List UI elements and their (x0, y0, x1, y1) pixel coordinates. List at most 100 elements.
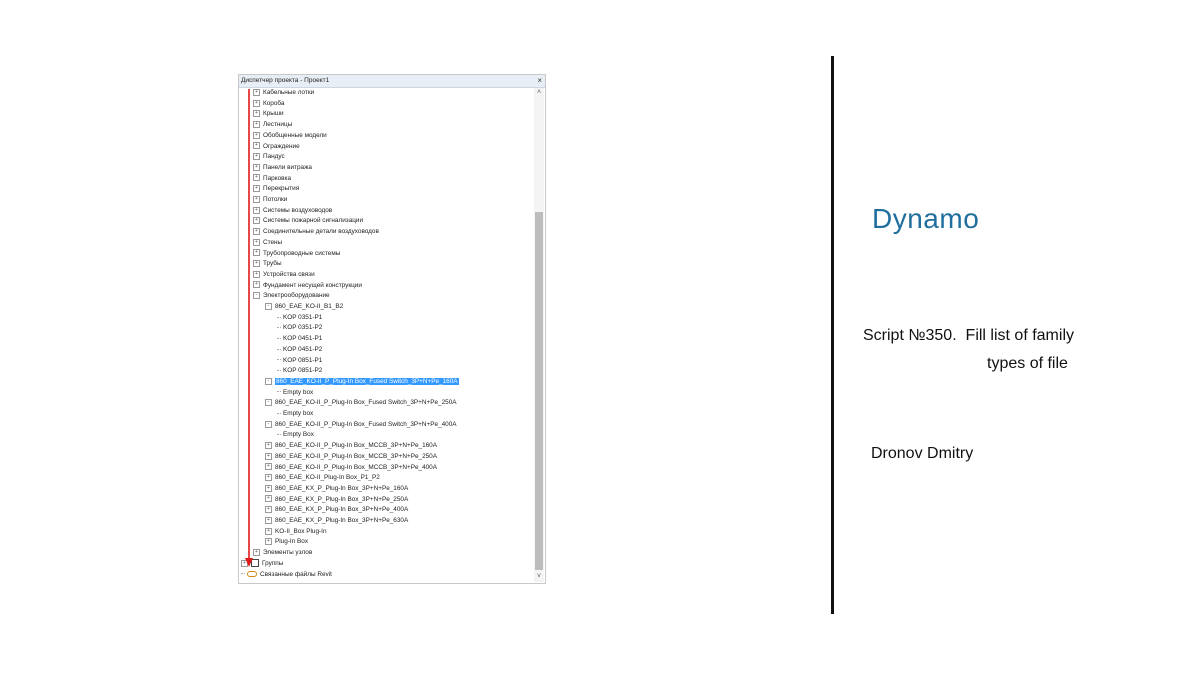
tree-row-label: Крыши (263, 110, 284, 118)
expand-icon[interactable]: + (253, 163, 260, 171)
link-icon (247, 570, 257, 577)
expand-icon[interactable]: + (253, 238, 260, 246)
tree-row[interactable]: +860_EAE_KO-II_P_Plug-In Box_MCCB_3P+N+P… (265, 452, 437, 463)
tree-row-label: 860_EAE_KO-II_P_Plug-In Box_Fused Switch… (275, 399, 457, 407)
tree-row[interactable]: + Крыши (253, 109, 284, 120)
expand-icon[interactable]: + (265, 527, 272, 535)
expand-icon[interactable]: + (265, 538, 272, 546)
tree-row[interactable]: + Парковка (253, 174, 291, 185)
expand-icon[interactable]: + (253, 249, 260, 257)
tree-row[interactable]: KOP 0451-P1 (277, 334, 322, 345)
tree-connector (277, 370, 281, 371)
collapse-icon[interactable]: - (265, 399, 272, 407)
tree-connector (277, 434, 281, 436)
expand-icon[interactable]: + (253, 217, 260, 225)
tree-row[interactable]: + Лестницы (253, 120, 292, 131)
close-icon[interactable]: × (537, 75, 542, 87)
expand-icon[interactable]: + (253, 206, 260, 214)
expand-icon[interactable]: + (253, 548, 260, 556)
tree-row[interactable]: + Короба (253, 99, 284, 110)
scroll-up-icon[interactable]: ˄ (534, 88, 544, 98)
tree-row[interactable]: -860_EAE_KO-II_P_Plug-In Box_Fused Switc… (265, 398, 457, 409)
tree-row[interactable]: + Кабельные лотки (253, 88, 314, 99)
tree-row[interactable]: + Устройства связи (253, 270, 315, 281)
tree-row[interactable]: +860_EAE_KX_P_Plug-In Box_3P+N+Pe_160A (265, 484, 408, 495)
tree-row[interactable]: - Электрооборудование (253, 291, 330, 302)
expand-icon[interactable]: + (265, 506, 272, 514)
expand-icon[interactable]: + (265, 452, 272, 460)
expand-icon[interactable]: + (265, 484, 272, 492)
collapse-icon[interactable]: - (265, 420, 272, 428)
tree-row[interactable]: +860_EAE_KO-II_Plug-In Box_P1_P2 (265, 473, 380, 484)
tree-row[interactable]: + Системы воздуховодов (253, 206, 332, 217)
expand-icon[interactable]: + (265, 516, 272, 524)
expand-icon[interactable]: + (253, 88, 260, 96)
tree-row[interactable]: KOP 0451-P2 (277, 345, 322, 356)
tree-row[interactable]: Связанные файлы Revit (241, 570, 332, 581)
expand-icon[interactable]: + (253, 120, 260, 128)
tree-row[interactable]: KOP 0851-P2 (277, 366, 322, 377)
expand-icon[interactable]: + (253, 227, 260, 235)
collapse-icon[interactable]: - (265, 302, 272, 310)
tree-row[interactable]: KOP 0851-P1 (277, 356, 322, 367)
expand-icon[interactable]: + (253, 110, 260, 118)
collapse-icon[interactable]: - (265, 377, 272, 385)
expand-icon[interactable]: + (253, 99, 260, 107)
tree-row[interactable]: +860_EAE_KX_P_Plug-In Box_3P+N+Pe_250A (265, 495, 408, 506)
tree-row[interactable]: + Перекрытия (253, 184, 299, 195)
tree-scrollbar[interactable]: ˄ ˅ (534, 88, 544, 582)
tree-row[interactable]: + Потолки (253, 195, 287, 206)
tree-row[interactable]: +860_EAE_KO-II_P_Plug-In Box_MCCB_3P+N+P… (265, 441, 437, 452)
expand-icon[interactable]: + (253, 174, 260, 182)
scrollbar-thumb[interactable] (535, 212, 543, 570)
expand-icon[interactable]: + (253, 142, 260, 150)
tree-row[interactable]: + Панели витража (253, 163, 312, 174)
expand-icon[interactable]: + (265, 474, 272, 481)
tree-row[interactable]: +860_EAE_KX_P_Plug-In Box_3P+N+Pe_630A (265, 516, 408, 527)
expand-icon[interactable]: + (253, 281, 260, 289)
tree-row[interactable]: Empty box (277, 409, 313, 420)
expand-icon[interactable]: + (253, 185, 260, 193)
tree-row[interactable]: + Фундамент несущей конструкции (253, 281, 362, 292)
expand-icon[interactable]: + (265, 463, 272, 471)
tree-row[interactable]: -860_EAE_KO-II_P_Plug-In Box_Fused Switc… (265, 377, 459, 388)
tree-row-label: KOP 0851-P2 (283, 367, 323, 375)
tree-row[interactable]: -860_EAE_KO-II_B1_B2 (265, 302, 343, 313)
tree-row[interactable]: KOP 0351-P2 (277, 323, 322, 334)
tree-row[interactable]: +860_EAE_KO-II_P_Plug-In Box_MCCB_3P+N+P… (265, 463, 437, 474)
tree-row[interactable]: + Соединительные детали воздуховодов (253, 227, 379, 238)
tree-row[interactable]: + Стены (253, 238, 282, 249)
expand-icon[interactable]: + (253, 260, 260, 267)
expand-icon[interactable]: + (265, 495, 272, 503)
tree-row[interactable]: + Пандус (253, 152, 285, 163)
tree-row[interactable]: + Системы пожарной сигнализации (253, 216, 363, 227)
tree-row-label: 860_EAE_KX_P_Plug-In Box_3P+N+Pe_160A (275, 484, 409, 492)
tree-row-label: Группы (262, 559, 284, 567)
tree-row[interactable]: + Трубы (253, 259, 282, 270)
tree-row-label: Empty Box (283, 431, 314, 439)
tree-row[interactable]: Empty box (277, 388, 313, 399)
scroll-down-icon[interactable]: ˅ (534, 572, 544, 582)
tree-row[interactable]: KOP 0351-P1 (277, 313, 322, 324)
tree-row-label: Обобщенные модели (263, 131, 327, 139)
tree-row-label: Трубы (263, 260, 282, 268)
expand-icon[interactable]: + (253, 131, 260, 139)
tree-row[interactable]: -860_EAE_KO-II_P_Plug-In Box_Fused Switc… (265, 420, 457, 431)
tree-row[interactable]: Empty Box (277, 430, 314, 441)
tree-connector (241, 573, 245, 575)
expand-icon[interactable]: + (265, 441, 272, 449)
tree-row[interactable]: + Plug-In Box (265, 537, 308, 548)
tree-row[interactable]: + Ограждение (253, 142, 300, 153)
project-browser-panel: Диспетчер проекта - Проект1 × + Кабельные… (238, 74, 546, 584)
expand-icon[interactable]: + (253, 153, 260, 160)
tree-row-label: KOP 0351-P2 (283, 324, 323, 332)
expand-icon[interactable]: + (253, 195, 260, 203)
tree-row-label: Empty box (283, 388, 314, 396)
tree-row[interactable]: + Обобщенные модели (253, 131, 327, 142)
tree-row[interactable]: + KO-II_Box Plug-In (265, 527, 327, 538)
tree-row[interactable]: +860_EAE_KX_P_Plug-In Box_3P+N+Pe_400A (265, 505, 408, 516)
collapse-icon[interactable]: - (253, 292, 260, 300)
tree-row[interactable]: + Элементы узлов (253, 548, 312, 559)
expand-icon[interactable]: + (253, 270, 260, 278)
tree-row[interactable]: + Трубопроводные системы (253, 249, 340, 260)
